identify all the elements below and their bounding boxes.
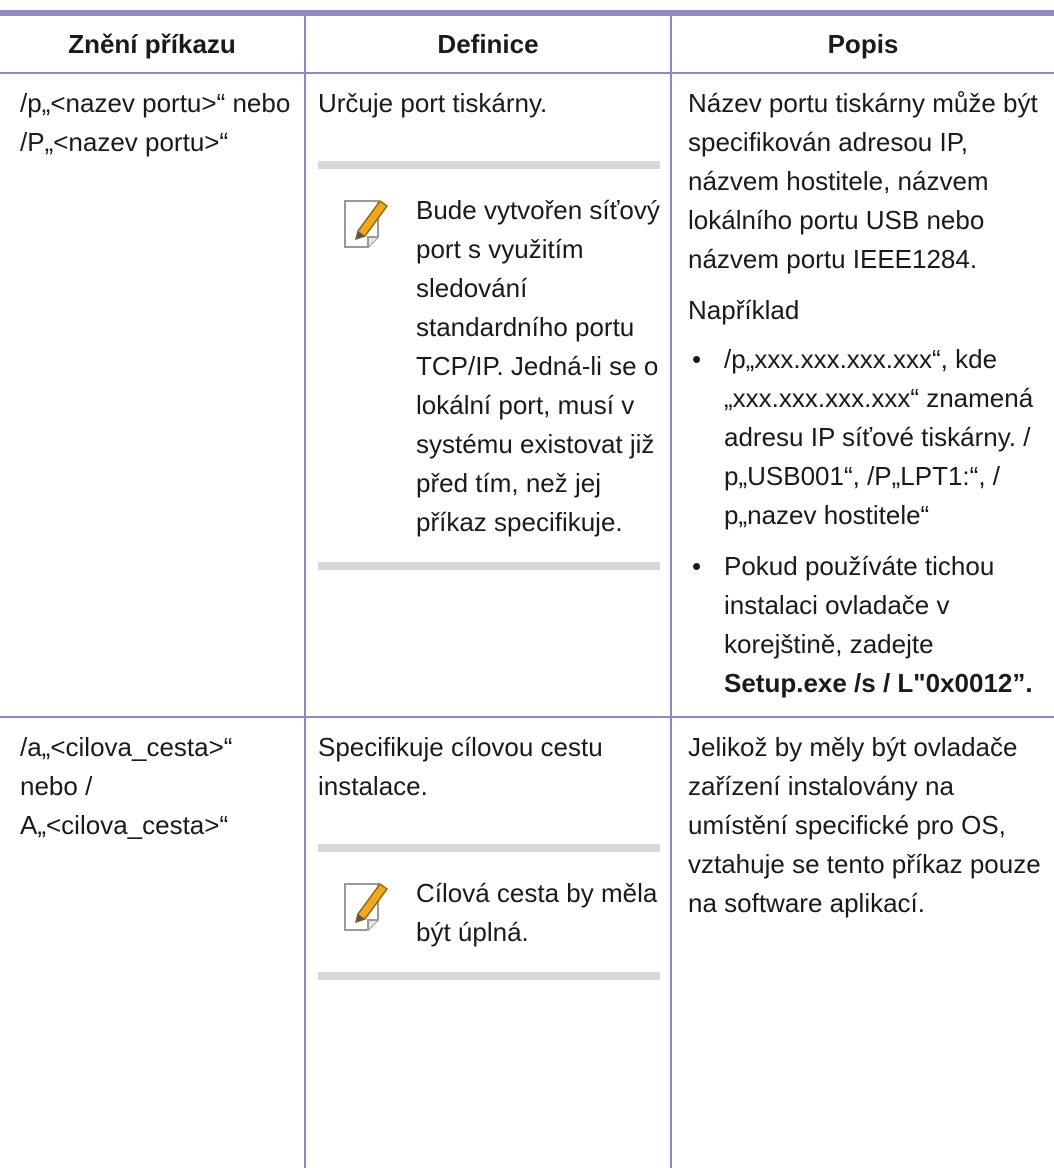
header-definition: Definice: [304, 16, 671, 74]
description-cell: Název portu tiskárny může být specifikov…: [670, 73, 1054, 718]
example-list: • /p„xxx.xxx.xxx.xxx“, kde „xxx.xxx.xxx.…: [688, 340, 1048, 703]
header-description: Popis: [670, 16, 1054, 74]
list-item: • Pokud používáte tichou instalaci ovlad…: [688, 547, 1048, 703]
description-text: Název portu tiskárny může být specifikov…: [688, 88, 1038, 274]
table-row: /p„<nazev portu>“ nebo /P„<nazev portu>“…: [0, 73, 1054, 718]
definition-cell: Určuje port tiskárny. Bude vytvořen síťo…: [304, 73, 671, 718]
description-text: Jelikož by měly být ovladače zařízení in…: [688, 732, 1041, 918]
list-item-command: Setup.exe /s / L"0x0012”.: [724, 668, 1033, 698]
bullet-icon: •: [692, 344, 702, 374]
definition-text: Určuje port tiskárny.: [318, 88, 548, 118]
definition-text: Specifikuje cílovou cestu instalace.: [318, 732, 603, 801]
list-item-text: Pokud používáte tichou instalaci ovladač…: [724, 551, 995, 659]
note-box: Bude vytvořen síťový port s využitím sle…: [318, 161, 660, 570]
list-item: • /p„xxx.xxx.xxx.xxx“, kde „xxx.xxx.xxx.…: [688, 340, 1048, 535]
bullet-icon: •: [692, 551, 702, 581]
note-text: Bude vytvořen síťový port s využitím sle…: [416, 195, 660, 537]
note-box: Cílová cesta by měla být úplná.: [318, 844, 660, 980]
command-cell: /a„<cilova_cesta>“ nebo / A„<cilova_cest…: [0, 717, 305, 1168]
header-row: Znění příkazu Definice Popis: [0, 16, 1054, 74]
command-table-page: Znění příkazu Definice Popis /p„<nazev p…: [0, 0, 1054, 1168]
command-text: /a„<cilova_cesta>“ nebo / A„<cilova_cest…: [20, 732, 233, 840]
header-command: Znění příkazu: [0, 16, 305, 74]
command-cell: /p„<nazev portu>“ nebo /P„<nazev portu>“: [0, 73, 305, 718]
command-text: /p„<nazev portu>“ nebo /P„<nazev portu>“: [20, 88, 291, 157]
command-table: Znění příkazu Definice Popis /p„<nazev p…: [0, 16, 1054, 1168]
description-cell: Jelikož by měly být ovladače zařízení in…: [670, 717, 1054, 1168]
table-row: /a„<cilova_cesta>“ nebo / A„<cilova_cest…: [0, 717, 1054, 1168]
example-label: Například: [688, 295, 800, 325]
note-pencil-icon: [344, 882, 389, 931]
note-pencil-icon: [344, 199, 389, 248]
list-item-text: /p„xxx.xxx.xxx.xxx“, kde „xxx.xxx.xxx.xx…: [724, 344, 1034, 530]
definition-cell: Specifikuje cílovou cestu instalace. Cíl…: [304, 717, 671, 1168]
note-text: Cílová cesta by měla být úplná.: [416, 878, 658, 947]
